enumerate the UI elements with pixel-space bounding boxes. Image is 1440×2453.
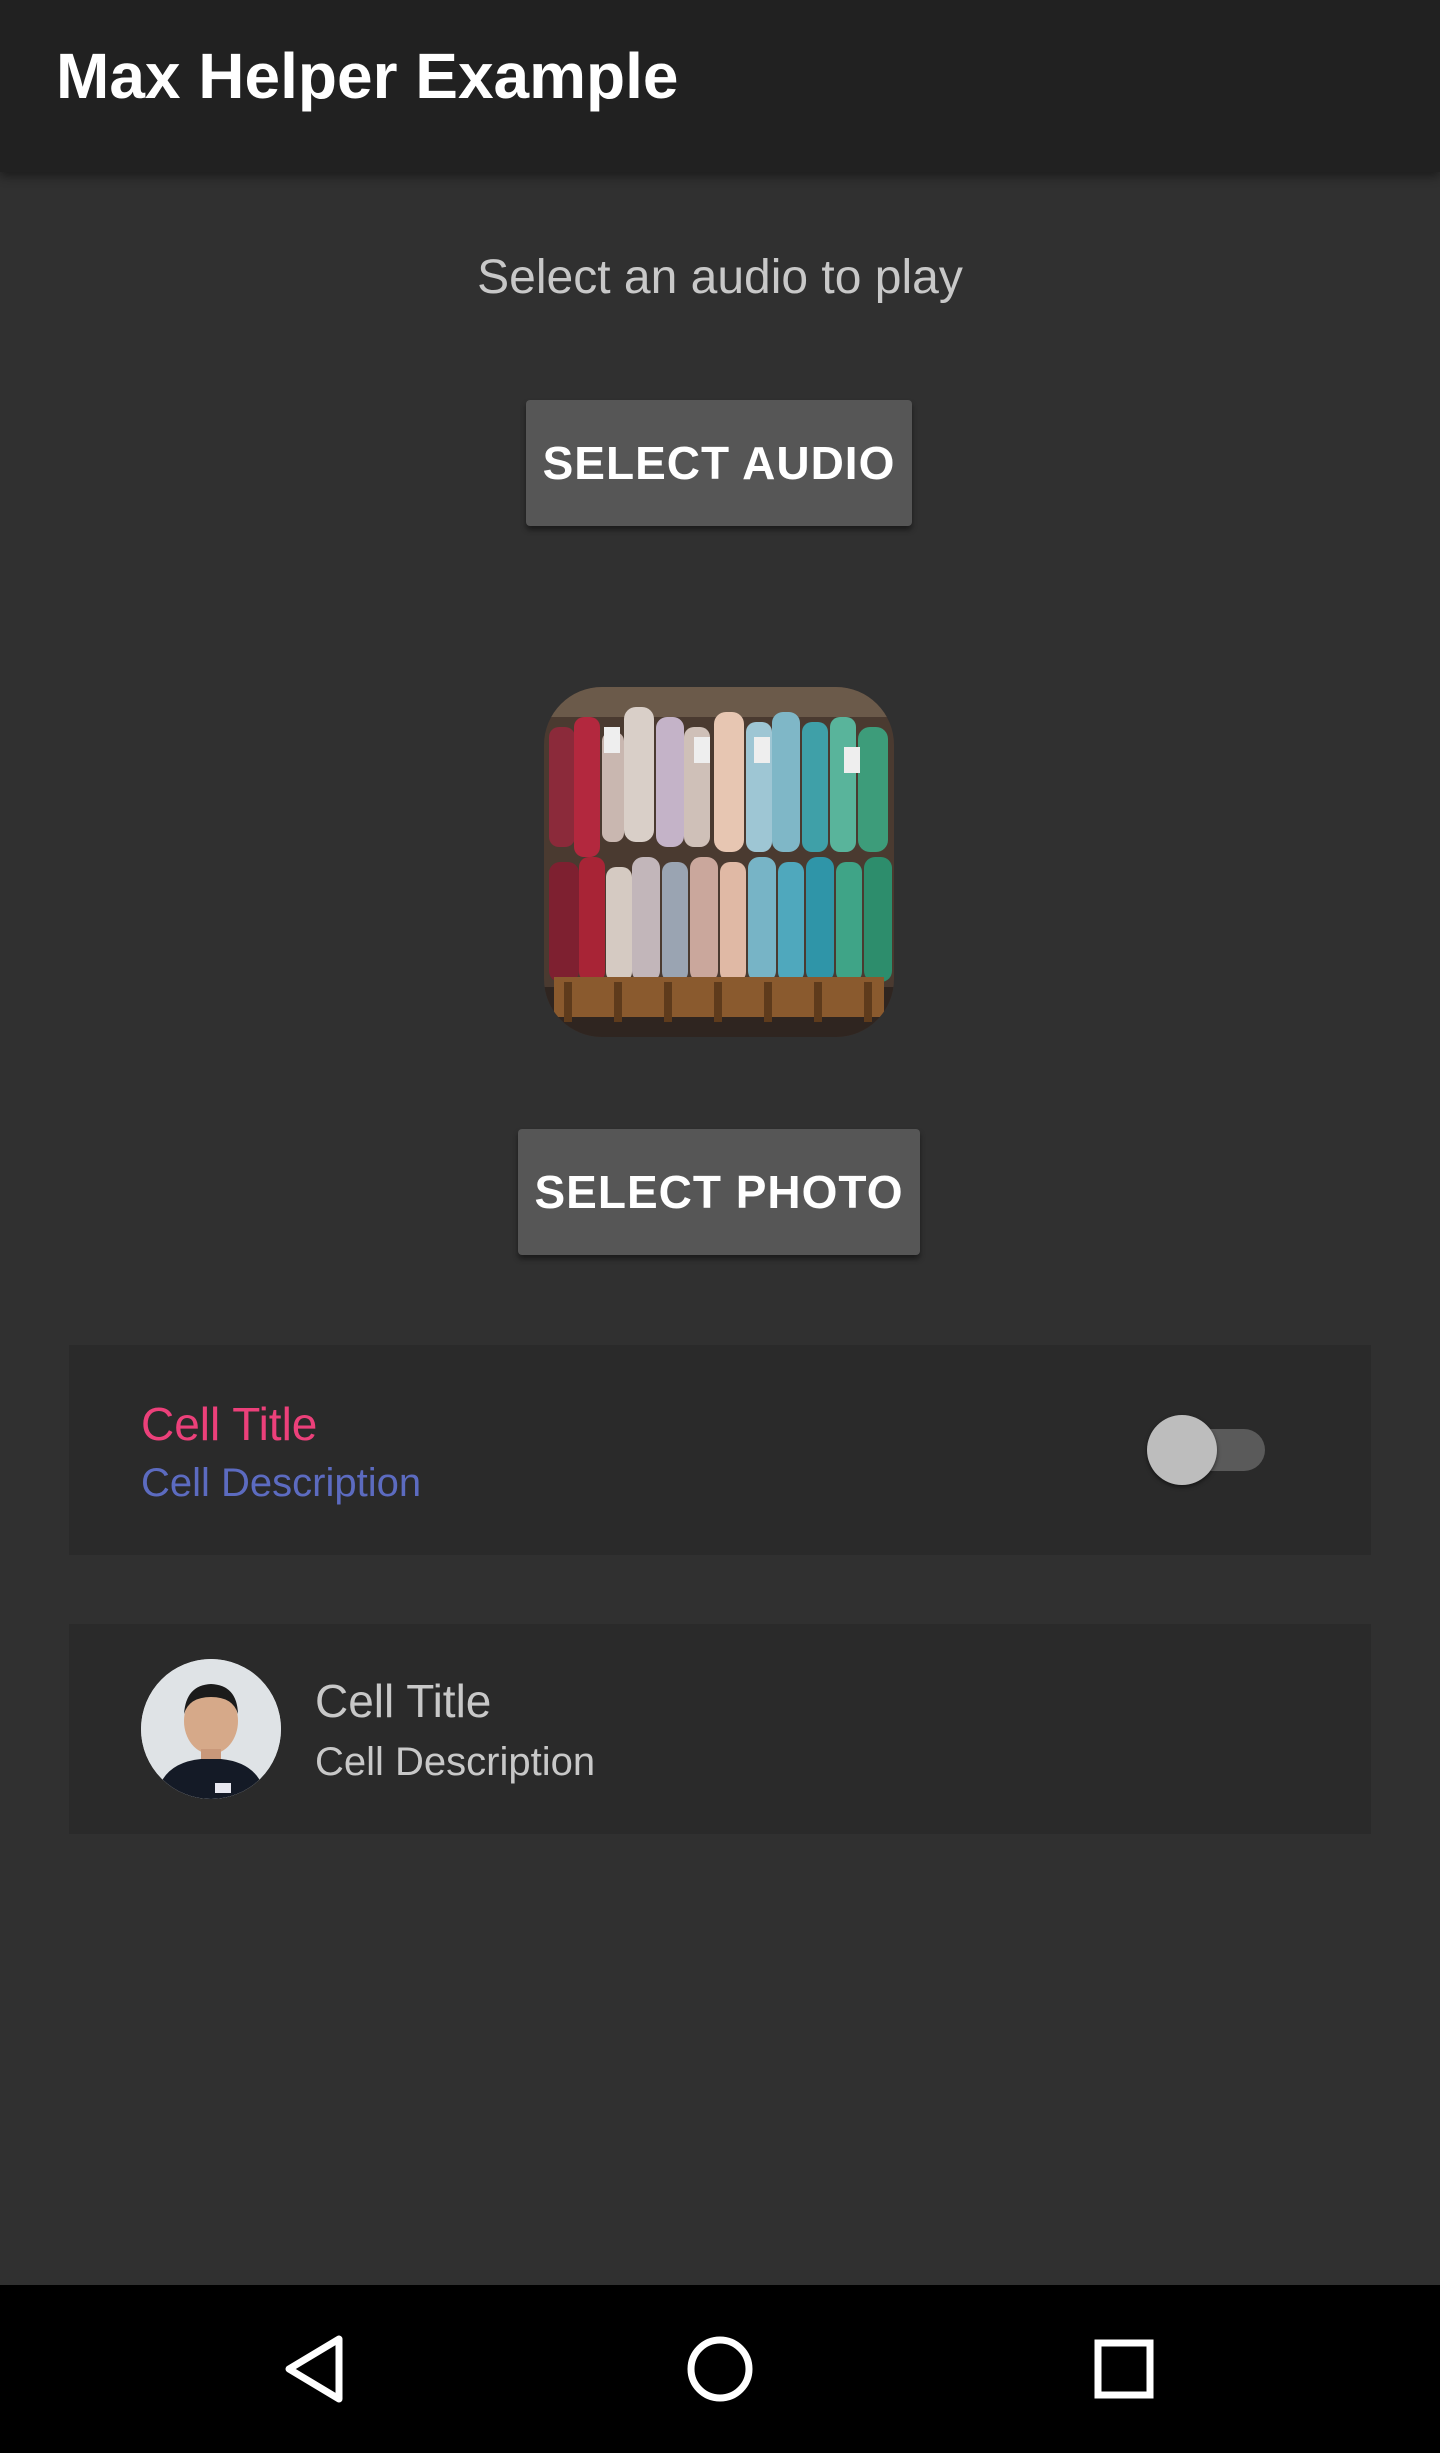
cell-title: Cell Title [315, 1675, 492, 1727]
avatar [141, 1659, 281, 1799]
app-bar: Max Helper Example [0, 0, 1440, 172]
avatar-cell[interactable]: Cell Title Cell Description [69, 1624, 1371, 1834]
audio-prompt: Select an audio to play [477, 251, 963, 304]
selected-photo [544, 687, 894, 1037]
system-nav-bar [0, 2285, 1440, 2453]
select-audio-button[interactable]: SELECT AUDIO [526, 400, 912, 526]
switch-thumb [1147, 1415, 1217, 1485]
home-icon[interactable] [660, 2309, 780, 2429]
cell-description: Cell Description [141, 1461, 422, 1505]
cell-title: Cell Title [141, 1398, 318, 1450]
switch-cell[interactable]: Cell Title Cell Description [69, 1345, 1371, 1555]
cell-description: Cell Description [315, 1740, 596, 1784]
app-title: Max Helper Example [56, 40, 679, 112]
select-photo-button[interactable]: SELECT PHOTO [518, 1129, 920, 1255]
toggle-switch[interactable] [1147, 1415, 1267, 1485]
recents-icon[interactable] [1064, 2309, 1184, 2429]
back-icon[interactable] [257, 2309, 377, 2429]
main-content[interactable]: Select an audio to play SELECT AUDIO SEL… [0, 172, 1440, 2285]
